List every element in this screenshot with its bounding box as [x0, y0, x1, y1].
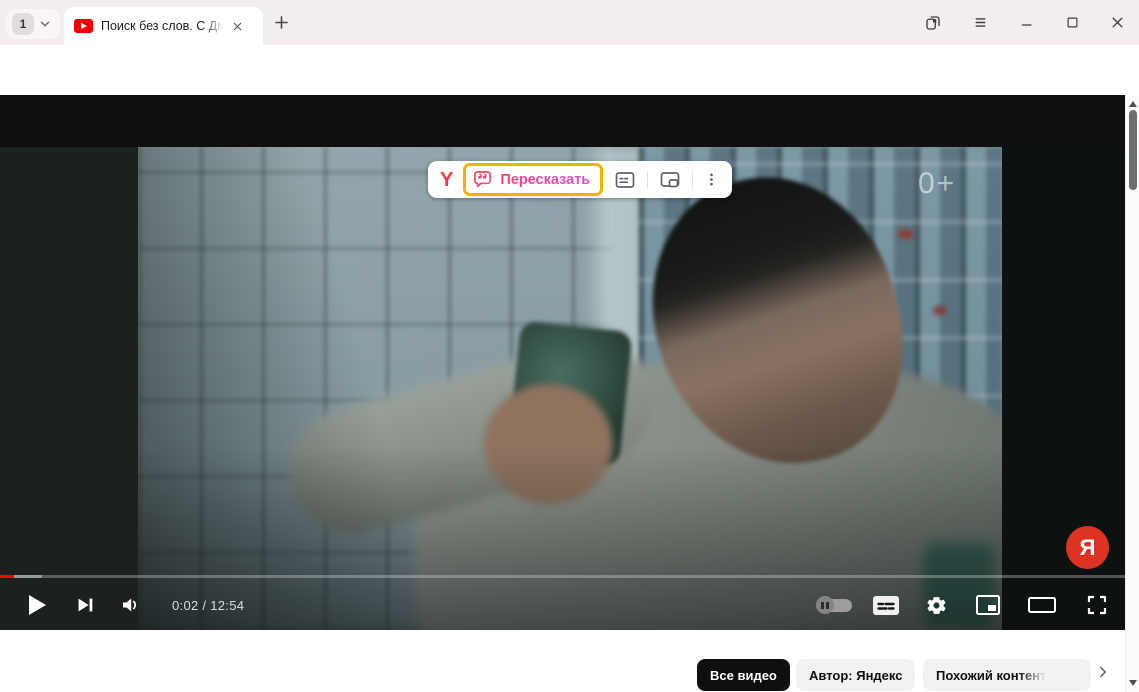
- chip-label: Похожий контент: [936, 668, 1046, 683]
- play-button[interactable]: [12, 580, 62, 630]
- close-window-button[interactable]: [1110, 15, 1125, 30]
- fullscreen-button[interactable]: [1069, 580, 1125, 630]
- active-tab[interactable]: Поиск без слов. С Дми: [64, 7, 263, 45]
- maximize-button[interactable]: [1065, 15, 1080, 30]
- summarize-button[interactable]: Пересказать: [463, 163, 603, 196]
- new-tab-button[interactable]: [272, 13, 291, 32]
- next-button[interactable]: [62, 580, 108, 630]
- chip-similar[interactable]: Похожий контент: [923, 659, 1091, 691]
- browser-window: 1 Поиск без слов. С Дми: [0, 0, 1139, 692]
- yandex-fab-button[interactable]: Я: [1066, 526, 1109, 569]
- tab-count: 1: [12, 13, 34, 35]
- shade-overlay: [138, 147, 1002, 630]
- minimize-button[interactable]: [1019, 15, 1035, 31]
- volume-button[interactable]: [108, 580, 154, 630]
- browser-menu-icon[interactable]: [972, 14, 989, 31]
- yandex-fab-letter: Я: [1080, 535, 1096, 561]
- divider: [692, 171, 693, 189]
- youtube-favicon: [74, 19, 93, 33]
- yandex-browser-icon[interactable]: Y: [436, 170, 457, 190]
- chips-bar: Все видео Автор: Яндекс Похожий контент: [0, 630, 1125, 692]
- pillarbox: [1002, 147, 1125, 630]
- player-controls: 0:02 / 12:54: [0, 580, 1125, 630]
- miniplayer-button[interactable]: [961, 580, 1015, 630]
- chevron-down-icon[interactable]: [38, 17, 52, 31]
- scrollbar-down-arrow[interactable]: [1129, 680, 1137, 686]
- play-icon: [29, 595, 46, 615]
- age-rating: 0+: [918, 167, 956, 201]
- chip-label: Все видео: [710, 668, 777, 683]
- settings-button[interactable]: [911, 580, 961, 630]
- progress-played: [0, 575, 14, 578]
- yandex-overlay-toolbar: Y Пересказать: [428, 161, 732, 198]
- quote-bubble-icon: [472, 169, 493, 190]
- captions-button[interactable]: [861, 580, 911, 630]
- autoplay-knob: [816, 596, 834, 614]
- scrollbar-up-arrow[interactable]: [1129, 101, 1137, 107]
- theater-button[interactable]: [1015, 580, 1069, 630]
- divider: [647, 171, 648, 189]
- pip-overlay-icon[interactable]: [654, 168, 686, 192]
- summarize-label: Пересказать: [500, 172, 590, 188]
- overlay-more-icon[interactable]: [699, 171, 724, 188]
- autoplay-toggle[interactable]: [809, 580, 861, 630]
- video-frame: [138, 147, 1002, 630]
- window-controls: [924, 0, 1125, 45]
- address-bar: Я www.youtube.com Поиск без слов. С Дмит…: [0, 45, 1139, 95]
- time-display: 0:02 / 12:54: [172, 598, 244, 613]
- scrollbar-thumb[interactable]: [1129, 110, 1137, 190]
- autoplay-track: [818, 599, 852, 612]
- tab-title: Поиск без слов. С Дми: [101, 19, 223, 33]
- tab-bar: 1 Поиск без слов. С Дми: [0, 0, 1139, 45]
- youtube-header: YouTube RU Войти: [0, 95, 1139, 147]
- chip-label: Автор: Яндекс: [809, 668, 902, 683]
- chips-scroll-right-icon[interactable]: [1094, 663, 1112, 681]
- tab-counter[interactable]: 1: [6, 9, 60, 39]
- tab-close-icon[interactable]: [231, 20, 244, 33]
- page-scrollbar[interactable]: [1125, 95, 1139, 692]
- chip-all-videos[interactable]: Все видео: [697, 659, 790, 691]
- video-player[interactable]: Y Пересказать: [0, 147, 1125, 630]
- progress-bar[interactable]: [0, 575, 1125, 578]
- captions-overlay-icon[interactable]: [609, 168, 641, 192]
- chip-author[interactable]: Автор: Яндекс: [796, 659, 915, 691]
- side-panels-icon[interactable]: [924, 14, 942, 32]
